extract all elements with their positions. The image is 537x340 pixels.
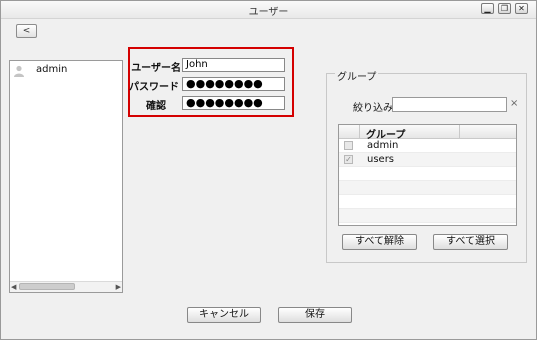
group-box-legend: グループ	[335, 68, 379, 83]
password-label: パスワード	[129, 82, 179, 93]
table-row-empty	[339, 209, 516, 223]
confirm-password-label: 確認	[146, 101, 166, 112]
table-row[interactable]: admin	[339, 139, 516, 153]
minimize-button[interactable]: ▁	[481, 3, 494, 14]
user-list-item-label: admin	[36, 64, 68, 75]
scrollbar-thumb[interactable]	[19, 283, 75, 290]
title-bar: ユーザー ▁ ❐ ✕	[1, 1, 536, 19]
user-list-hscrollbar[interactable]: ◀ ▶	[10, 281, 122, 292]
checkmark-icon: ✓	[345, 155, 352, 164]
filter-input[interactable]	[392, 97, 507, 112]
minimize-icon: ▁	[484, 4, 491, 13]
table-row[interactable]: ✓ users	[339, 153, 516, 167]
clear-filter-icon[interactable]: ×	[510, 98, 518, 109]
user-dialog-window: ユーザー ▁ ❐ ✕ < admin ◀ ▶ ユーザー名 John パスワード …	[0, 0, 537, 340]
group-name: users	[367, 154, 395, 165]
table-row-empty	[339, 181, 516, 195]
deselect-all-button[interactable]: すべて解除	[342, 234, 417, 250]
column-separator	[359, 125, 360, 138]
back-button[interactable]: <	[16, 24, 37, 38]
restore-button[interactable]: ❐	[498, 3, 511, 14]
scroll-right-icon[interactable]: ▶	[116, 282, 121, 292]
username-input[interactable]: John	[182, 58, 285, 72]
confirm-password-input[interactable]: ●●●●●●●●	[182, 96, 285, 110]
column-separator	[459, 125, 460, 138]
select-all-button[interactable]: すべて選択	[433, 234, 508, 250]
group-checkbox-admin[interactable]	[344, 141, 353, 150]
group-checkbox-users[interactable]: ✓	[344, 155, 353, 164]
back-arrow-icon: <	[22, 26, 31, 36]
user-list-item-admin[interactable]: admin	[12, 64, 112, 78]
user-list[interactable]: admin ◀ ▶	[9, 60, 123, 293]
scroll-left-icon[interactable]: ◀	[11, 282, 16, 292]
table-row-empty	[339, 167, 516, 181]
group-table: グループ admin ✓ users	[338, 124, 517, 226]
password-input[interactable]: ●●●●●●●●	[182, 77, 285, 91]
window-title: ユーザー	[248, 7, 289, 18]
close-button[interactable]: ✕	[515, 3, 528, 14]
group-name: admin	[367, 140, 399, 151]
restore-icon: ❐	[500, 4, 509, 13]
close-icon: ✕	[518, 4, 525, 13]
table-row-empty	[339, 195, 516, 209]
username-label: ユーザー名	[131, 63, 181, 74]
group-table-header: グループ	[339, 125, 516, 141]
save-button[interactable]: 保存	[278, 307, 352, 323]
person-icon	[14, 65, 24, 77]
cancel-button[interactable]: キャンセル	[187, 307, 261, 323]
filter-label: 絞り込み	[353, 103, 393, 114]
